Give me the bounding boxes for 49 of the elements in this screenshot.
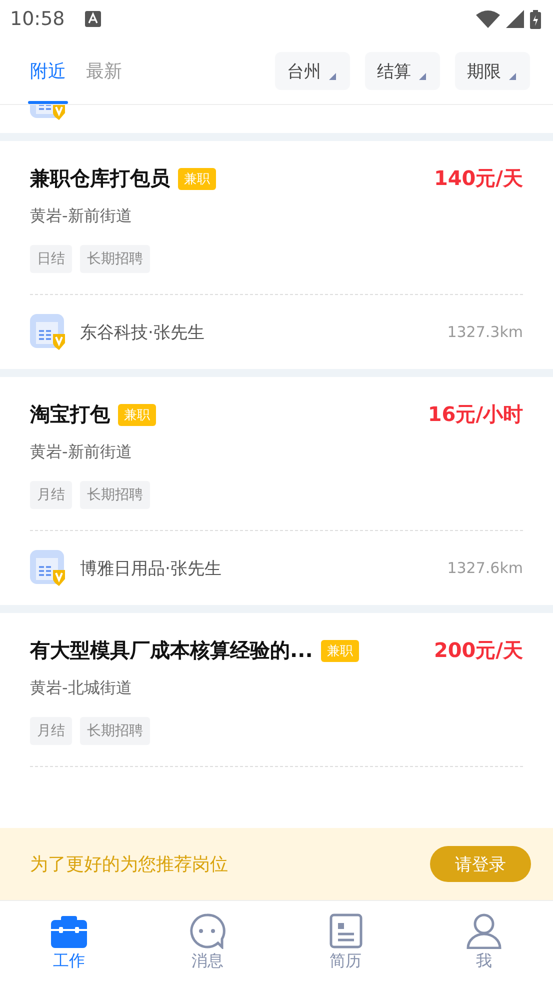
nav-tab[interactable]: 我 (414, 901, 553, 984)
job-tag: 日结 (30, 245, 72, 273)
person-icon (464, 913, 503, 949)
job-tag: 月结 (30, 481, 72, 509)
signal-icon (506, 10, 524, 28)
salary: 140元/天 (432, 165, 523, 192)
job-type-badge: 兼职 (320, 640, 359, 662)
briefcase-icon (50, 913, 88, 949)
job-title: 淘宝打包 (30, 401, 110, 428)
status-time: 10:58 (10, 8, 65, 30)
battery-icon (530, 10, 541, 28)
job-tag: 长期招聘 (80, 245, 150, 273)
login-prompt: 为了更好的为您推荐岗位 (30, 853, 228, 876)
distance: 1327.6km (447, 559, 523, 577)
job-card[interactable]: 有大型模具厂成本核算经验的... 兼职 200元/天 黄岩-北城街道 月结 长期招聘 (0, 613, 553, 828)
job-type-badge: 兼职 (118, 404, 156, 426)
job-tag: 长期招聘 (80, 717, 150, 745)
dropdown-triangle-icon (329, 73, 336, 80)
distance: 1327.3km (447, 323, 523, 341)
job-card[interactable]: 兼职仓库打包员 兼职 140元/天 黄岩-新前街道 日结 长期招聘 东谷科技·张先生 1327.3km (0, 141, 553, 369)
keyboard-icon (84, 11, 101, 27)
salary: 200元/天 (432, 637, 523, 664)
nav-tab[interactable]: 简历 (276, 901, 415, 984)
job-location: 黄岩-新前街道 (30, 206, 133, 227)
filter-dropdown[interactable]: 台州 (275, 52, 350, 90)
job-card[interactable]: 淘宝打包 兼职 16元/小时 黄岩-新前街道 月结 长期招聘 博雅日用品·张先生 1327.6km (0, 377, 553, 605)
tab[interactable]: 最新 (86, 38, 122, 104)
filter-dropdown[interactable]: 结算 (365, 52, 440, 90)
tab[interactable]: 附近 (30, 38, 66, 104)
company-name: 博雅日用品·张先生 (80, 558, 222, 580)
wifi-icon (476, 10, 500, 28)
job-title: 有大型模具厂成本核算经验的... (30, 637, 313, 664)
job-tag: 长期招聘 (80, 481, 150, 509)
dropdown-triangle-icon (509, 73, 516, 80)
job-tag: 月结 (30, 717, 72, 745)
company-logo-icon (30, 314, 66, 350)
company-name: 东谷科技·张先生 (80, 322, 204, 344)
chat-bubble-icon (188, 913, 226, 949)
nav-tab[interactable]: 消息 (138, 901, 276, 984)
company-logo-icon (30, 550, 66, 586)
job-title: 兼职仓库打包员 (30, 165, 170, 192)
dropdown-triangle-icon (419, 73, 426, 80)
nav-tab[interactable]: 工作 (0, 901, 138, 984)
job-location: 黄岩-北城街道 (30, 678, 133, 699)
job-type-badge: 兼职 (178, 168, 216, 190)
job-location: 黄岩-新前街道 (30, 442, 133, 463)
filter-dropdown[interactable]: 期限 (455, 52, 530, 90)
salary: 16元/小时 (426, 401, 523, 428)
login-button[interactable]: 请登录 (430, 846, 531, 882)
